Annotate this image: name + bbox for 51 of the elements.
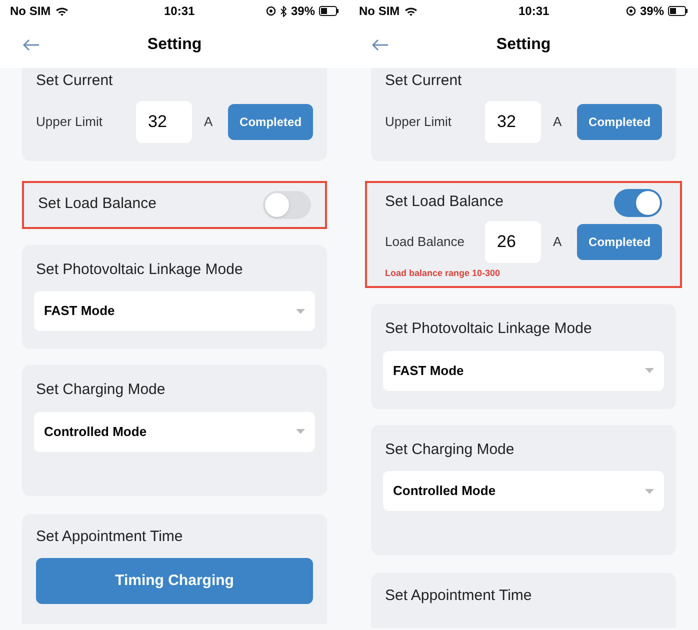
section-title: Set Charging Mode: [35, 380, 166, 400]
field-label: Upper Limit: [36, 112, 104, 131]
mode-dropdown[interactable]: Controlled Mode: [383, 471, 664, 511]
mode-dropdown[interactable]: Controlled Mode: [34, 412, 315, 452]
battery-icon: [319, 6, 339, 16]
carrier-label: No SIM: [359, 3, 400, 20]
page-title: Setting: [496, 35, 552, 55]
battery-percentage: 39%: [640, 3, 664, 20]
completed-button[interactable]: Completed: [577, 224, 662, 260]
dropdown-caret-icon: [645, 488, 654, 494]
section-title: Set Current: [36, 71, 114, 91]
lock-rotation-icon: [266, 6, 276, 16]
value-field[interactable]: 26: [485, 220, 541, 262]
wifi-icon: [404, 6, 418, 16]
section-title: Set Load Balance: [385, 192, 504, 212]
load-balance-toggle[interactable]: [263, 190, 311, 218]
mode-dropdown[interactable]: FAST Mode: [34, 291, 315, 331]
timing-charging-button[interactable]: Timing Charging: [36, 558, 313, 604]
back-arrow-icon[interactable]: [371, 39, 389, 51]
section-title: Set Current: [385, 71, 463, 91]
lock-rotation-icon: [626, 6, 636, 16]
unit-label: A: [553, 112, 563, 131]
section-title: Set Charging Mode: [384, 440, 516, 460]
dropdown-caret-icon: [296, 429, 305, 434]
completed-button[interactable]: Completed: [577, 104, 662, 140]
range-hint: Load balance range 10-300: [385, 266, 502, 280]
clock-time: 10:31: [164, 3, 195, 20]
unit-label: A: [204, 112, 214, 131]
wifi-icon: [54, 6, 69, 16]
mode-dropdown[interactable]: FAST Mode: [383, 350, 664, 390]
load-balance-toggle[interactable]: [614, 188, 662, 216]
field-label: Load Balance: [385, 232, 466, 251]
dropdown-caret-icon: [645, 368, 654, 373]
value-field[interactable]: 32: [136, 100, 192, 142]
section-title: Set Photovoltaic Linkage Mode: [384, 319, 593, 339]
section-title: Set Photovoltaic Linkage Mode: [35, 260, 244, 280]
battery-icon: [668, 6, 688, 16]
unit-label: A: [553, 232, 563, 251]
section-title: Set Appointment Time: [385, 586, 533, 606]
bluetooth-icon: [280, 6, 287, 16]
clock-time: 10:31: [518, 3, 550, 20]
carrier-label: No SIM: [10, 3, 51, 20]
battery-percentage: 39%: [290, 3, 315, 20]
section-title: Set Appointment Time: [36, 526, 184, 546]
completed-button[interactable]: Completed: [228, 104, 313, 140]
section-title: Set Load Balance: [38, 194, 156, 214]
back-arrow-icon[interactable]: [22, 39, 40, 51]
field-label: Upper Limit: [385, 112, 452, 131]
page-title: Setting: [147, 35, 203, 55]
value-field[interactable]: 32: [485, 100, 541, 142]
dropdown-caret-icon: [296, 308, 305, 314]
